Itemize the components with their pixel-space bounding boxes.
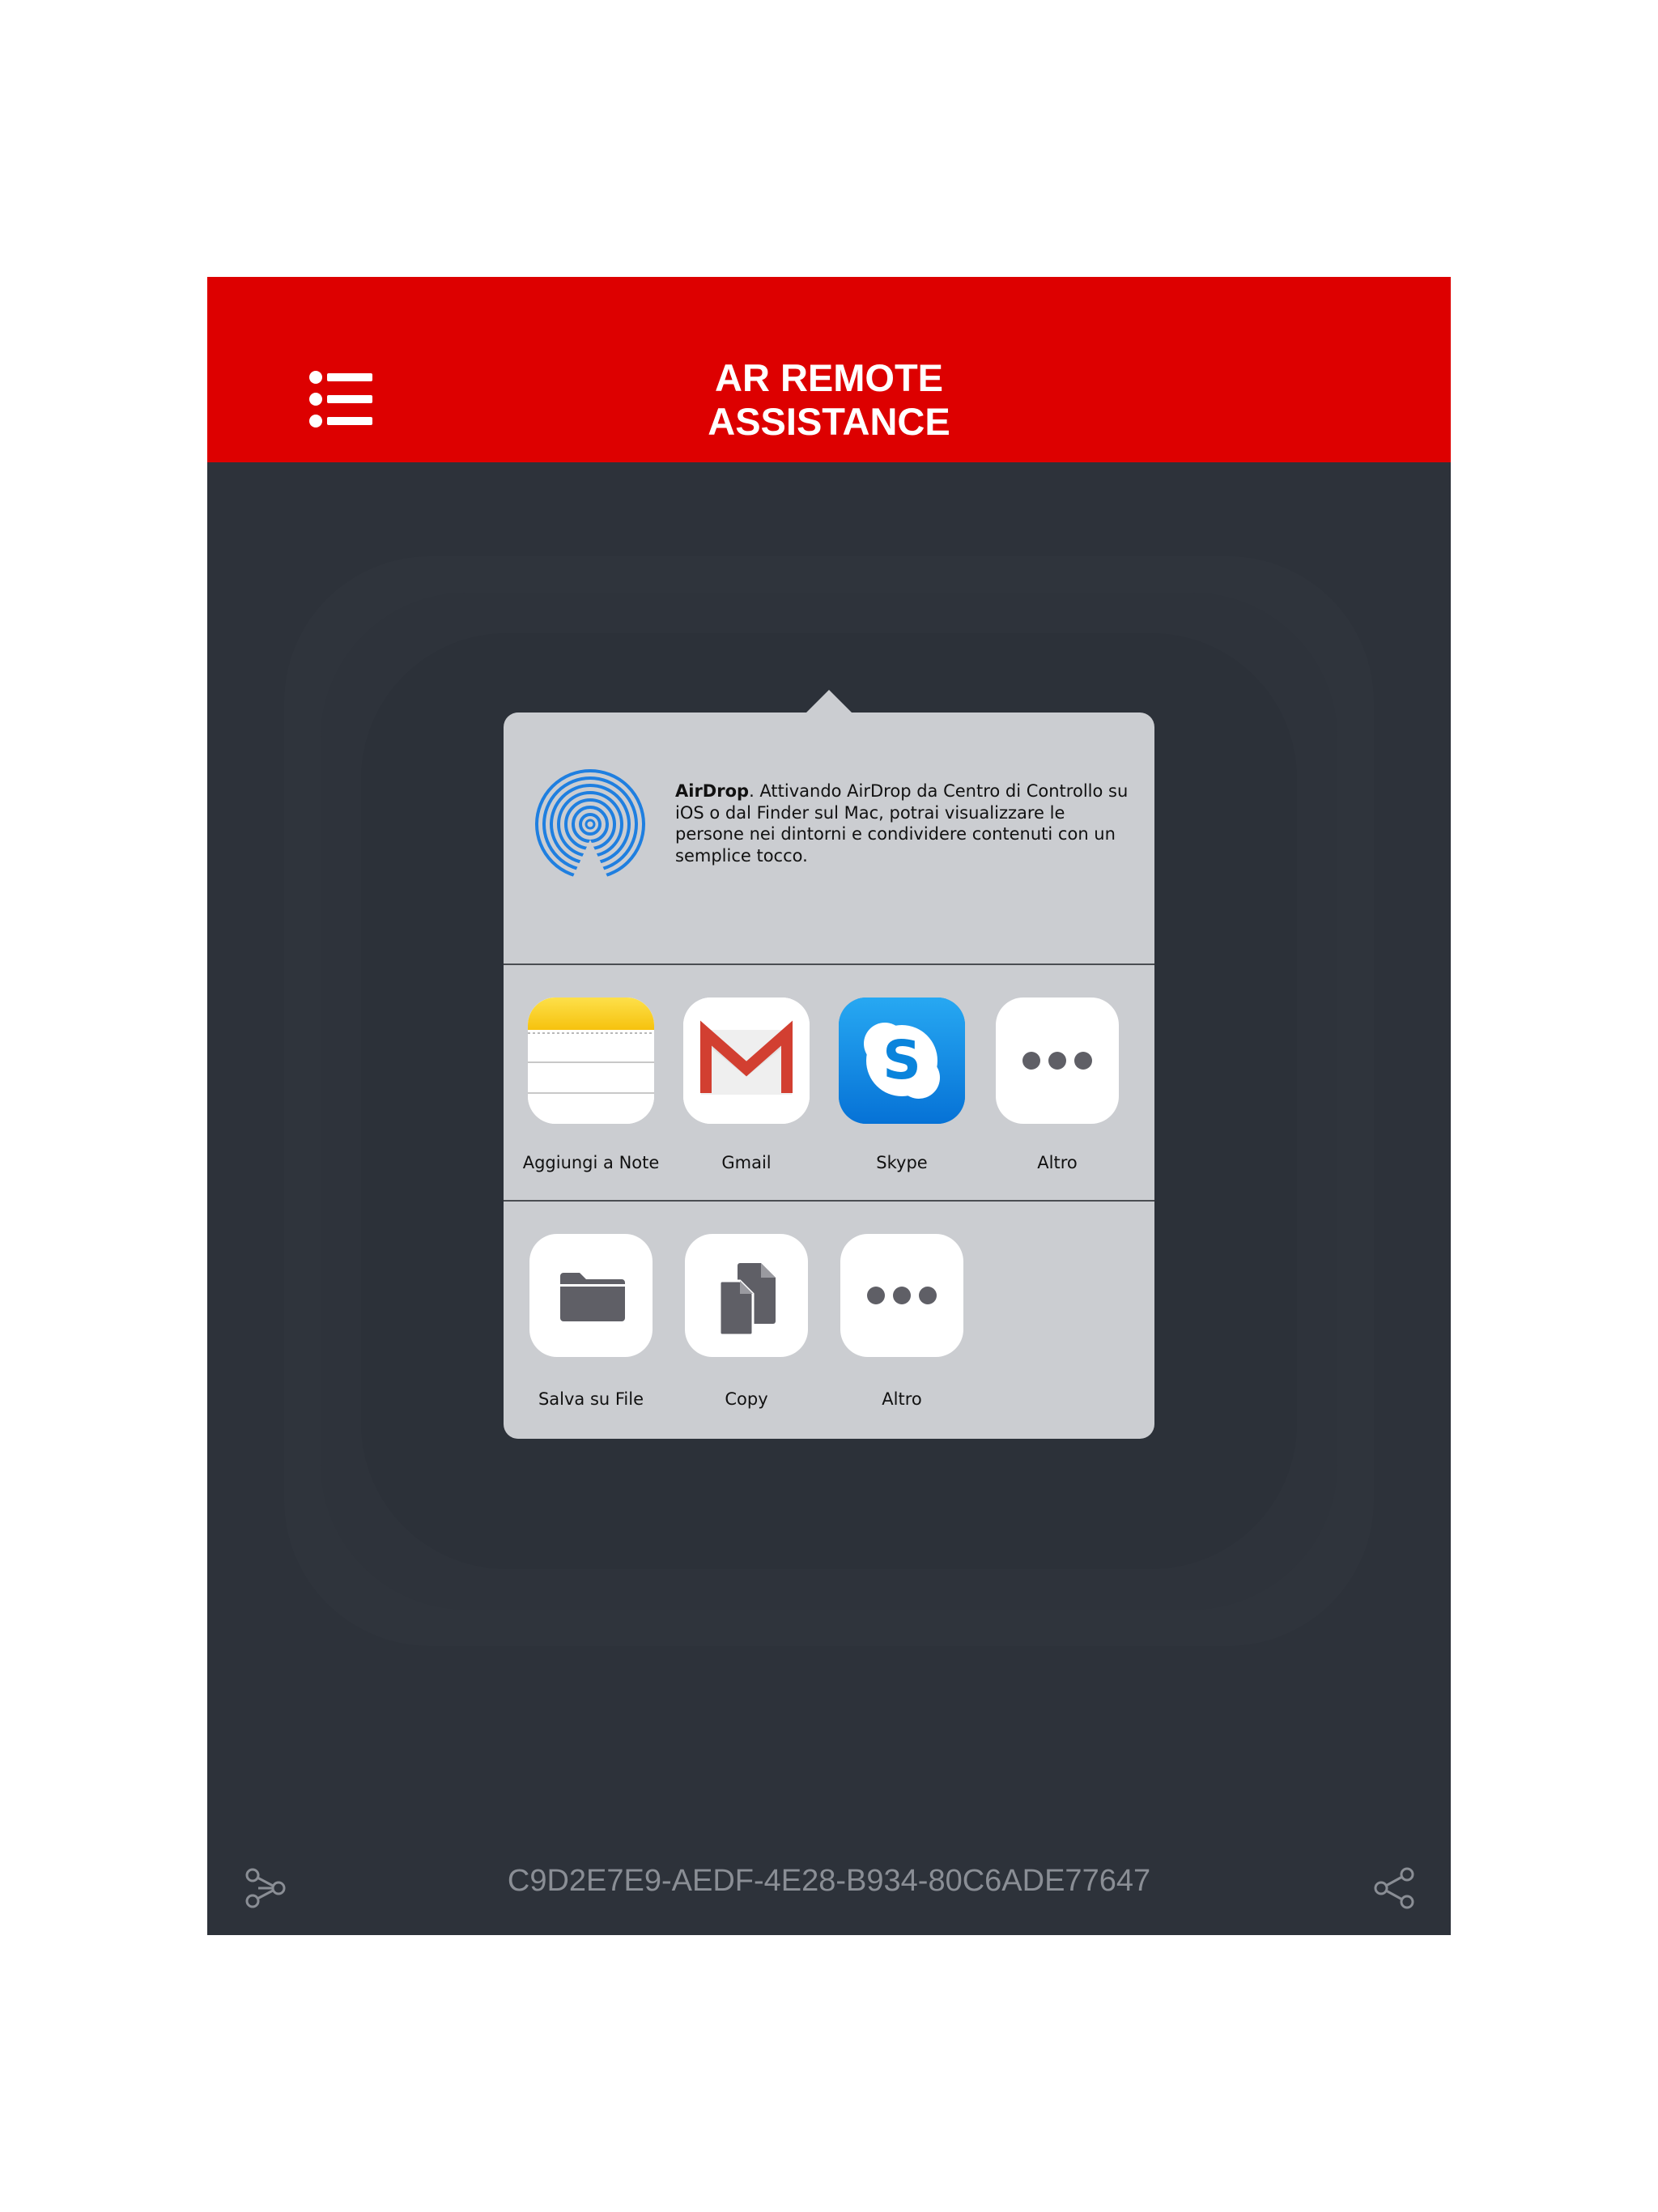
more-icon: [996, 998, 1119, 1124]
app-title-line1: AR REMOTE: [715, 356, 943, 399]
popover-arrow: [805, 690, 853, 714]
share-action-label: Copy: [725, 1389, 768, 1409]
gmail-icon: [683, 998, 810, 1124]
app-title-line2: ASSISTANCE: [708, 400, 950, 443]
connect-icon: [245, 1868, 286, 1908]
share-app-label: Aggiungi a Note: [522, 1153, 660, 1172]
share-icon: [1374, 1867, 1414, 1909]
more-icon: [840, 1234, 963, 1357]
airdrop-title: AirDrop: [675, 781, 750, 801]
share-action-label: Salva su File: [538, 1389, 644, 1409]
share-app-label: Gmail: [721, 1153, 772, 1172]
share-action-label: Altro: [882, 1389, 922, 1409]
menu-button[interactable]: [309, 371, 374, 428]
connect-button[interactable]: [244, 1867, 287, 1909]
device-id: C9D2E7E9-AEDF-4E28-B934-80C6ADE77647: [507, 1864, 1151, 1898]
list-icon: [309, 371, 372, 428]
app-header: AR REMOTE ASSISTANCE: [207, 277, 1451, 462]
skype-icon: S: [839, 998, 965, 1124]
airdrop-section[interactable]: AirDrop. Attivando AirDrop da Centro di …: [504, 713, 1154, 963]
folder-icon: [529, 1234, 653, 1357]
actions-row: Salva su File Copy Altro: [504, 1202, 1154, 1439]
apps-row: Aggiungi a Note Gmail S Skype Altro: [504, 965, 1154, 1200]
app-title: AR REMOTE ASSISTANCE: [546, 356, 1112, 444]
app-screen: AR REMOTE ASSISTANCE AirDrop. Attivando …: [207, 277, 1451, 1935]
share-sheet: AirDrop. Attivando AirDrop da Centro di …: [504, 713, 1154, 1439]
share-app-label: Skype: [876, 1153, 928, 1172]
notes-icon: [528, 998, 654, 1124]
copy-icon: [685, 1234, 808, 1357]
svg-text:S: S: [882, 1029, 921, 1091]
airdrop-icon: [535, 769, 645, 879]
share-button[interactable]: [1373, 1867, 1415, 1909]
airdrop-description: AirDrop. Attivando AirDrop da Centro di …: [675, 781, 1137, 866]
share-app-label: Altro: [1037, 1153, 1078, 1172]
